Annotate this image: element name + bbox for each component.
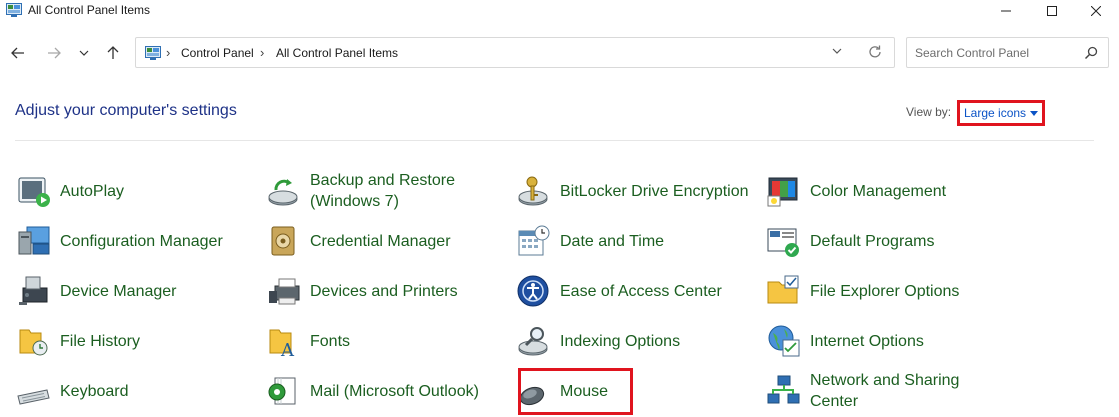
cp-item-label[interactable]: Device Manager: [60, 281, 177, 302]
cp-item-label[interactable]: Network and Sharing Center: [810, 370, 980, 412]
cp-item-color-management[interactable]: Color Management: [767, 170, 997, 214]
devices-printers-icon: [269, 278, 300, 305]
control-panel-icon: [6, 3, 22, 17]
up-arrow-icon: [107, 46, 119, 59]
cp-item-label[interactable]: Color Management: [810, 181, 946, 202]
cp-item-label[interactable]: BitLocker Drive Encryption: [560, 181, 749, 202]
file-explorer-options-icon: [767, 275, 799, 304]
cp-item-credential-manager[interactable]: Credential Manager: [267, 220, 497, 264]
color-management-icon: [767, 177, 798, 207]
internet-options-icon: [768, 325, 800, 357]
title-bar: All Control Panel Items: [0, 0, 1119, 22]
cp-item-label[interactable]: Mail (Microsoft Outlook): [310, 381, 479, 402]
window-title: All Control Panel Items: [28, 3, 151, 17]
cp-item-file-history[interactable]: File History: [17, 320, 247, 364]
view-by-dropdown[interactable]: Large icons: [957, 100, 1045, 126]
cp-item-label[interactable]: Fonts: [310, 331, 350, 352]
recent-locations-button[interactable]: [73, 42, 95, 64]
keyboard-icon: [17, 389, 50, 405]
cp-item-configuration-manager[interactable]: Configuration Manager: [17, 220, 247, 264]
cp-item-label[interactable]: Configuration Manager: [60, 231, 223, 252]
cp-item-label[interactable]: Devices and Printers: [310, 281, 458, 302]
chevron-down-icon: [79, 50, 89, 56]
cp-item-mail[interactable]: Mail (Microsoft Outlook): [267, 370, 497, 414]
close-button[interactable]: [1073, 0, 1119, 22]
back-arrow-icon: [11, 47, 24, 59]
breadcrumb-control-panel[interactable]: Control Panel: [181, 46, 254, 60]
cp-item-label[interactable]: File Explorer Options: [810, 281, 959, 302]
network-sharing-icon: [767, 375, 800, 404]
close-icon: [1091, 6, 1101, 16]
forward-arrow-icon: [48, 47, 61, 59]
address-dropdown-icon[interactable]: [832, 47, 842, 55]
cp-item-devices-printers[interactable]: Devices and Printers: [267, 270, 497, 314]
fonts-icon: A: [269, 329, 295, 358]
cp-item-keyboard[interactable]: Keyboard: [17, 370, 247, 414]
cp-item-label[interactable]: Indexing Options: [560, 331, 680, 352]
cp-item-label[interactable]: Internet Options: [810, 331, 924, 352]
maximize-icon: [1047, 6, 1057, 16]
cp-item-label[interactable]: Credential Manager: [310, 231, 451, 252]
backup-restore-icon: [268, 179, 298, 206]
cp-item-indexing-options[interactable]: Indexing Options: [517, 320, 747, 364]
bitlocker-icon: [518, 176, 548, 206]
cp-item-label[interactable]: File History: [60, 331, 140, 352]
view-by-value[interactable]: Large icons: [964, 106, 1026, 120]
address-bar[interactable]: › Control Panel › All Control Panel Item…: [135, 37, 895, 68]
cp-item-bitlocker[interactable]: BitLocker Drive Encryption: [517, 170, 757, 214]
cp-item-label[interactable]: Keyboard: [60, 381, 129, 402]
indexing-options-icon: [518, 327, 548, 356]
refresh-icon[interactable]: [867, 44, 883, 60]
search-input[interactable]: [915, 44, 1075, 61]
search-icon[interactable]: [1084, 46, 1098, 60]
breadcrumb-separator-icon[interactable]: ›: [260, 45, 264, 60]
cp-item-label[interactable]: Backup and Restore (Windows 7): [310, 170, 480, 212]
cp-item-label[interactable]: Default Programs: [810, 231, 935, 252]
dropdown-caret-icon[interactable]: [1030, 110, 1039, 116]
cp-item-internet-options[interactable]: Internet Options: [767, 320, 997, 364]
device-manager-icon: [19, 276, 48, 305]
mail-icon: [268, 377, 296, 405]
cp-item-network-sharing[interactable]: Network and Sharing Center: [767, 370, 997, 414]
credential-manager-icon: [271, 226, 295, 256]
cp-item-label[interactable]: Ease of Access Center: [560, 281, 722, 302]
cp-item-date-time[interactable]: Date and Time: [517, 220, 747, 264]
autoplay-icon: [18, 177, 50, 207]
cp-item-fonts[interactable]: A Fonts: [267, 320, 497, 364]
default-programs-icon: [767, 228, 799, 257]
search-box[interactable]: [906, 37, 1109, 68]
cp-item-ease-of-access[interactable]: Ease of Access Center: [517, 270, 747, 314]
breadcrumb-all-items[interactable]: All Control Panel Items: [276, 46, 398, 60]
breadcrumb-separator-icon[interactable]: ›: [166, 45, 170, 60]
date-time-icon: [518, 225, 550, 256]
cp-item-autoplay[interactable]: AutoPlay: [17, 170, 247, 214]
up-button[interactable]: [102, 42, 124, 64]
minimize-button[interactable]: [983, 0, 1029, 22]
minimize-icon: [1001, 10, 1011, 12]
ease-of-access-icon: [517, 275, 549, 307]
cp-item-default-programs[interactable]: Default Programs: [767, 220, 997, 264]
divider: [15, 140, 1094, 141]
back-button[interactable]: [7, 42, 29, 64]
cp-item-label[interactable]: AutoPlay: [60, 181, 124, 202]
cp-item-label[interactable]: Date and Time: [560, 231, 664, 252]
svg-text:A: A: [280, 340, 295, 358]
configuration-manager-icon: [18, 226, 50, 255]
page-title: Adjust your computer's settings: [15, 102, 237, 119]
cp-item-device-manager[interactable]: Device Manager: [17, 270, 247, 314]
forward-button[interactable]: [43, 42, 65, 64]
cp-item-backup-restore[interactable]: Backup and Restore (Windows 7): [267, 170, 497, 214]
maximize-button[interactable]: [1029, 0, 1075, 22]
cp-item-file-explorer-options[interactable]: File Explorer Options: [767, 270, 997, 314]
file-history-icon: [19, 329, 48, 356]
view-by-label: View by:: [906, 105, 952, 119]
control-panel-icon: [145, 46, 161, 60]
mouse-highlight-box: [518, 368, 633, 415]
